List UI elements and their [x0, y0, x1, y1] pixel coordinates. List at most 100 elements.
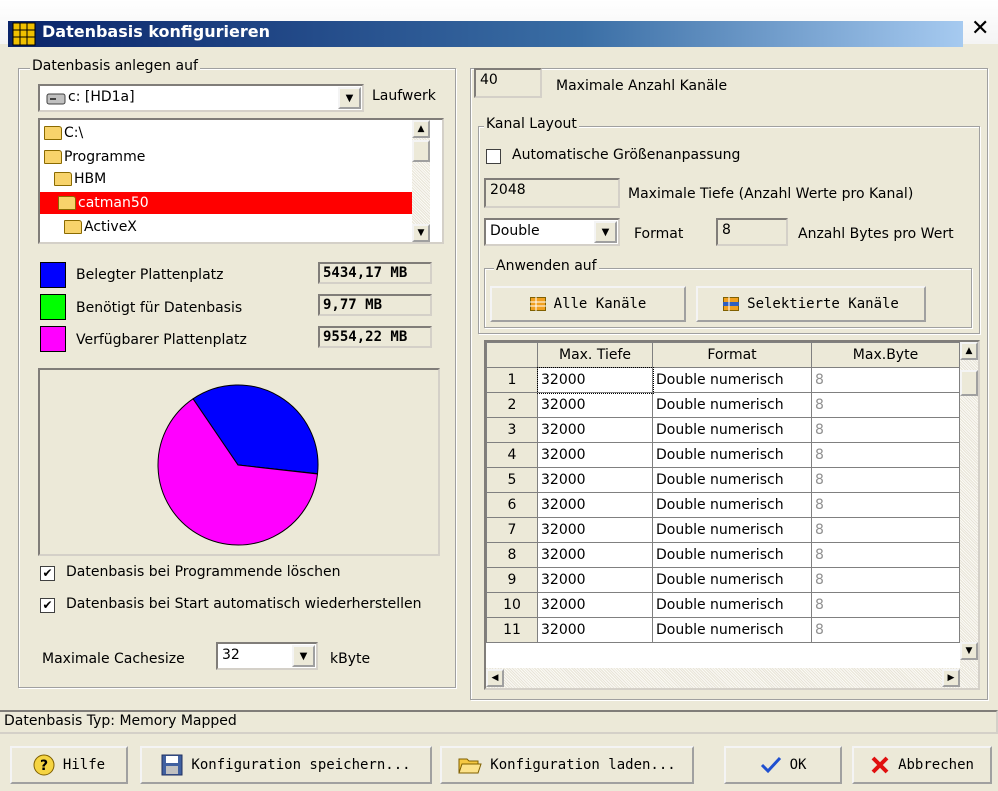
- scroll-down-icon[interactable]: ▼: [412, 224, 430, 242]
- status-bar: Datenbasis Typ: Memory Mapped: [0, 710, 998, 734]
- scroll-thumb[interactable]: [960, 370, 978, 396]
- auto-size-checkbox[interactable]: [486, 149, 501, 164]
- max-depth-cell[interactable]: 32000: [537, 592, 653, 618]
- chevron-down-icon[interactable]: ▼: [338, 87, 361, 109]
- scroll-up-icon[interactable]: ▲: [412, 120, 430, 138]
- max-depth-cell[interactable]: 32000: [537, 392, 653, 418]
- tree-item-c[interactable]: C:\: [44, 122, 83, 144]
- apply-all-channels-button[interactable]: Alle Kanäle: [490, 286, 686, 322]
- table-row[interactable]: 4 32000 Double numerisch 8: [486, 442, 960, 468]
- max-byte-cell[interactable]: 8: [811, 592, 960, 618]
- delete-on-exit-checkbox[interactable]: ✔: [40, 566, 55, 581]
- max-depth-cell[interactable]: 32000: [537, 542, 653, 568]
- max-byte-cell[interactable]: 8: [811, 417, 960, 443]
- max-byte-cell[interactable]: 8: [811, 442, 960, 468]
- required-space-swatch: [40, 294, 66, 320]
- cancel-button[interactable]: Abbrechen: [852, 746, 992, 784]
- max-byte-header[interactable]: Max.Byte: [811, 342, 960, 368]
- format-cell[interactable]: Double numerisch: [652, 417, 812, 443]
- table-row[interactable]: 9 32000 Double numerisch 8: [486, 567, 960, 593]
- max-depth-cell[interactable]: 32000: [537, 617, 653, 643]
- table-row[interactable]: 6 32000 Double numerisch 8: [486, 492, 960, 518]
- load-config-button[interactable]: Konfiguration laden...: [440, 746, 694, 784]
- max-depth-cell[interactable]: 32000: [537, 442, 653, 468]
- chevron-down-icon[interactable]: ▼: [292, 645, 315, 667]
- format-cell[interactable]: Double numerisch: [652, 367, 812, 393]
- tree-item-catman50[interactable]: catman50: [40, 192, 412, 214]
- max-byte-cell[interactable]: 8: [811, 617, 960, 643]
- cache-size-select[interactable]: 32 ▼: [216, 642, 318, 670]
- max-depth-cell[interactable]: 32000: [537, 517, 653, 543]
- tree-item-activex[interactable]: ActiveX: [64, 216, 137, 238]
- tree-scrollbar[interactable]: ▲ ▼: [412, 120, 430, 242]
- chevron-down-icon[interactable]: ▼: [594, 221, 617, 243]
- max-depth-field[interactable]: 2048: [484, 178, 620, 208]
- format-select[interactable]: Double ▼: [484, 218, 620, 246]
- channel-table[interactable]: Max. Tiefe Format Max.Byte 1 32000 Double …: [486, 342, 960, 643]
- format-cell[interactable]: Double numerisch: [652, 542, 812, 568]
- max-depth-cell[interactable]: 32000: [537, 492, 653, 518]
- apply-selected-channels-button[interactable]: Selektierte Kanäle: [696, 286, 926, 322]
- table-row[interactable]: 7 32000 Double numerisch 8: [486, 517, 960, 543]
- scroll-right-icon[interactable]: ▶: [942, 669, 960, 687]
- table-row[interactable]: 8 32000 Double numerisch 8: [486, 542, 960, 568]
- drive-select[interactable]: c: [HD1a] ▼: [38, 84, 364, 112]
- format-header[interactable]: Format: [652, 342, 812, 368]
- bytes-field[interactable]: 8: [716, 218, 788, 246]
- open-folder-icon: [44, 126, 62, 140]
- table-row[interactable]: 2 32000 Double numerisch 8: [486, 392, 960, 418]
- max-byte-cell[interactable]: 8: [811, 467, 960, 493]
- max-depth-cell[interactable]: 32000: [537, 417, 653, 443]
- tree-item-label: C:\: [64, 125, 84, 141]
- window-title: Datenbasis konfigurieren: [42, 22, 270, 41]
- format-cell[interactable]: Double numerisch: [652, 567, 812, 593]
- max-byte-cell[interactable]: 8: [811, 392, 960, 418]
- format-cell[interactable]: Double numerisch: [652, 492, 812, 518]
- folder-tree[interactable]: C:\ Programme HBM catman50 ActiveX ▲ ▼: [38, 118, 444, 244]
- database-location-label: Datenbasis anlegen auf: [30, 58, 200, 74]
- used-space-value: 5434,17 MB: [318, 262, 432, 284]
- max-depth-cell[interactable]: 32000: [537, 467, 653, 493]
- table-row[interactable]: 3 32000 Double numerisch 8: [486, 417, 960, 443]
- svg-text:?: ?: [40, 758, 48, 774]
- table-row[interactable]: 1 32000 Double numerisch 8: [486, 366, 960, 394]
- ok-button[interactable]: OK: [724, 746, 842, 784]
- row-number-cell: 1: [486, 367, 538, 393]
- help-button[interactable]: ? Hilfe: [10, 746, 128, 784]
- tree-item-hbm[interactable]: HBM: [54, 168, 106, 190]
- format-cell[interactable]: Double numerisch: [652, 392, 812, 418]
- format-cell[interactable]: Double numerisch: [652, 517, 812, 543]
- row-number-header: [486, 342, 538, 368]
- max-depth-cell[interactable]: 32000: [536, 366, 654, 394]
- max-depth-header[interactable]: Max. Tiefe: [537, 342, 653, 368]
- max-channels-field[interactable]: 40: [474, 68, 542, 98]
- max-byte-cell[interactable]: 8: [811, 517, 960, 543]
- table-scrollbar-horizontal[interactable]: ◀ ▶: [486, 668, 978, 688]
- table-row[interactable]: 10 32000 Double numerisch 8: [486, 592, 960, 618]
- open-folder-icon: [44, 150, 62, 164]
- format-cell[interactable]: Double numerisch: [652, 617, 812, 643]
- tree-item-programme[interactable]: Programme: [44, 146, 145, 168]
- table-row[interactable]: 11 32000 Double numerisch 8: [486, 617, 960, 643]
- format-cell[interactable]: Double numerisch: [652, 592, 812, 618]
- max-byte-cell[interactable]: 8: [811, 542, 960, 568]
- ok-label: OK: [789, 757, 807, 773]
- max-depth-cell[interactable]: 32000: [537, 567, 653, 593]
- close-icon[interactable]: ✕: [971, 16, 989, 41]
- auto-size-label: Automatische Größenanpassung: [512, 147, 741, 163]
- table-row[interactable]: 5 32000 Double numerisch 8: [486, 467, 960, 493]
- save-config-button[interactable]: Konfiguration speichern...: [140, 746, 432, 784]
- max-byte-cell[interactable]: 8: [811, 492, 960, 518]
- open-folder-icon: [54, 172, 72, 186]
- max-byte-cell[interactable]: 8: [811, 567, 960, 593]
- table-scrollbar-vertical[interactable]: ▲ ▼: [960, 342, 978, 668]
- scroll-up-icon[interactable]: ▲: [960, 342, 978, 360]
- max-byte-cell[interactable]: 8: [811, 367, 960, 393]
- scroll-thumb[interactable]: [412, 140, 430, 162]
- row-number-cell: 6: [486, 492, 538, 518]
- format-cell[interactable]: Double numerisch: [652, 442, 812, 468]
- scroll-down-icon[interactable]: ▼: [960, 642, 978, 660]
- format-cell[interactable]: Double numerisch: [652, 467, 812, 493]
- scroll-left-icon[interactable]: ◀: [486, 669, 504, 687]
- restore-on-start-checkbox[interactable]: ✔: [40, 598, 55, 613]
